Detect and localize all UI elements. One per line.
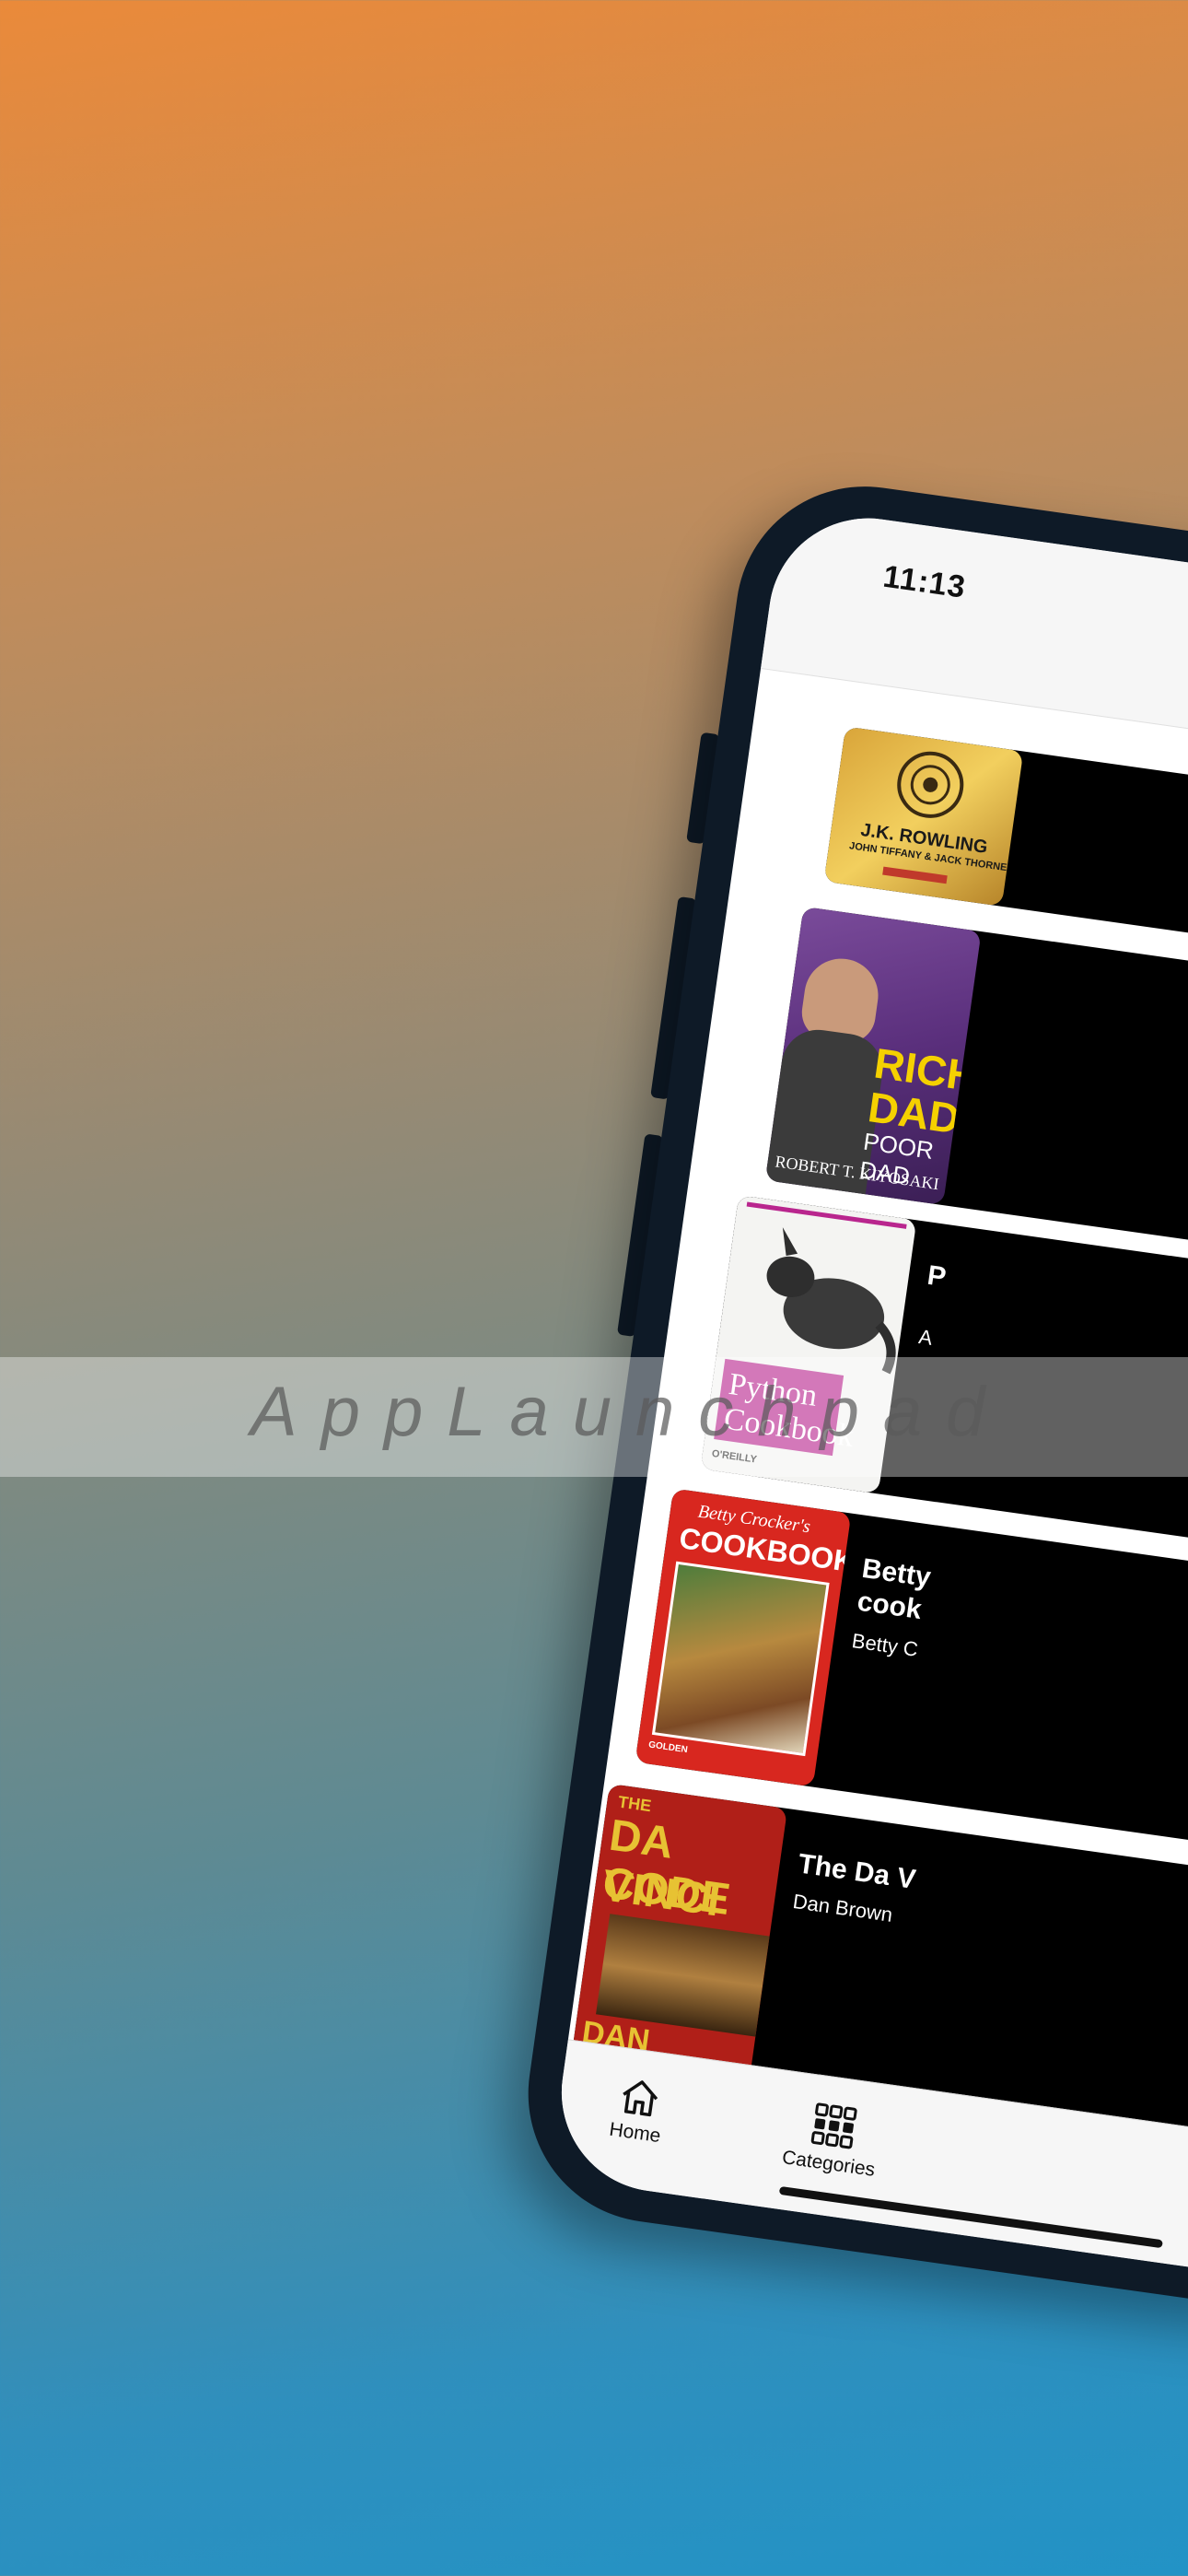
tab-categories[interactable]: Categories xyxy=(781,2098,883,2182)
book-cover-rich-dad: RICH DAD POOR DAD ROBERT T. KIYOSAKI xyxy=(764,906,982,1206)
cover-publisher: GOLDEN xyxy=(647,1739,689,1756)
grid-icon xyxy=(810,2102,857,2149)
home-icon xyxy=(623,2080,658,2117)
tab-home[interactable]: Home xyxy=(608,2073,669,2148)
book-author: Betty C xyxy=(850,1629,920,1661)
book-author: A xyxy=(917,1325,935,1350)
cover-food-photo xyxy=(651,1561,830,1757)
book-cover-betty-crocker: Betty Crocker's COOKBOOK GOLDEN xyxy=(635,1488,852,1787)
banner-text: AppLaunchpad xyxy=(250,1373,1009,1451)
book-title: P xyxy=(925,1259,949,1294)
status-time: 11:13 xyxy=(880,558,969,605)
status-bar: 11:13 xyxy=(761,505,1188,776)
mona-lisa-eyes xyxy=(596,1914,770,2037)
book-title: The Da V xyxy=(796,1848,918,1895)
book-author: Dan Brown xyxy=(791,1889,894,1926)
tab-categories-label: Categories xyxy=(780,2147,877,2181)
brand-banner: AppLaunchpad xyxy=(0,1357,1188,1477)
tab-home-label: Home xyxy=(608,2118,662,2148)
book-cover-cursed-child: J.K. ROWLING JOHN TIFFANY & JACK THORNE xyxy=(823,726,1024,907)
home-indicator xyxy=(778,2185,1163,2249)
book-cover-da-vinci-code: THE DA VINCI CODE DAN BROWN xyxy=(571,1783,788,2083)
